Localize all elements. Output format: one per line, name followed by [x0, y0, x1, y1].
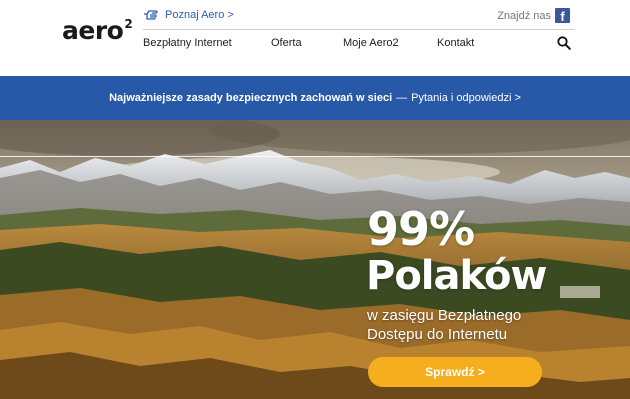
poznaj-aero-link[interactable]: Poznaj Aero > [143, 9, 234, 21]
logo-superscript: 2 [124, 16, 133, 31]
banner-headline: Najważniejsze zasady bezpiecznych zachow… [109, 92, 393, 104]
facebook-label: Znajdź nas [497, 9, 551, 22]
nav-bezplatny-internet[interactable]: Bezpłatny Internet [143, 37, 232, 49]
logo-text: aero [62, 16, 124, 45]
banner-faq-link[interactable]: Pytania i odpowiedzi > [411, 92, 521, 104]
facebook-icon[interactable]: f [555, 8, 570, 23]
site-header: aero2 Poznaj Aero > Znajdź nas f Bezpłat… [0, 0, 630, 76]
nav-kontakt[interactable]: Kontakt [437, 37, 474, 49]
hero-headline-polakow: Polaków [366, 253, 547, 299]
safety-banner[interactable]: Najważniejsze zasady bezpiecznych zachow… [0, 76, 630, 120]
hero-section: 99% Polaków w zasięgu Bezpłatnego Dostęp… [0, 120, 630, 399]
facebook-link[interactable]: Znajdź nas f [497, 8, 570, 23]
search-icon[interactable] [557, 36, 571, 55]
poznaj-aero-label: Poznaj Aero > [165, 9, 234, 21]
hero-subline-2: Dostępu do Internetu [367, 326, 508, 343]
aero2-logo[interactable]: aero2 [62, 16, 133, 45]
sprawdz-button[interactable]: Sprawdź > [368, 357, 542, 387]
nav-oferta[interactable]: Oferta [271, 37, 302, 49]
hero-divider-line [0, 156, 630, 157]
hand-pointer-icon [143, 9, 159, 21]
nav-moje-aero2[interactable]: Moje Aero2 [343, 37, 399, 49]
header-divider [143, 29, 575, 30]
hero-subline-1: w zasięgu Bezpłatnego [367, 307, 522, 324]
hero-subline: w zasięgu Bezpłatnego Dostępu do Interne… [367, 306, 521, 344]
banner-separator: — [396, 92, 408, 104]
hero-headline-percent: 99% [367, 202, 475, 256]
